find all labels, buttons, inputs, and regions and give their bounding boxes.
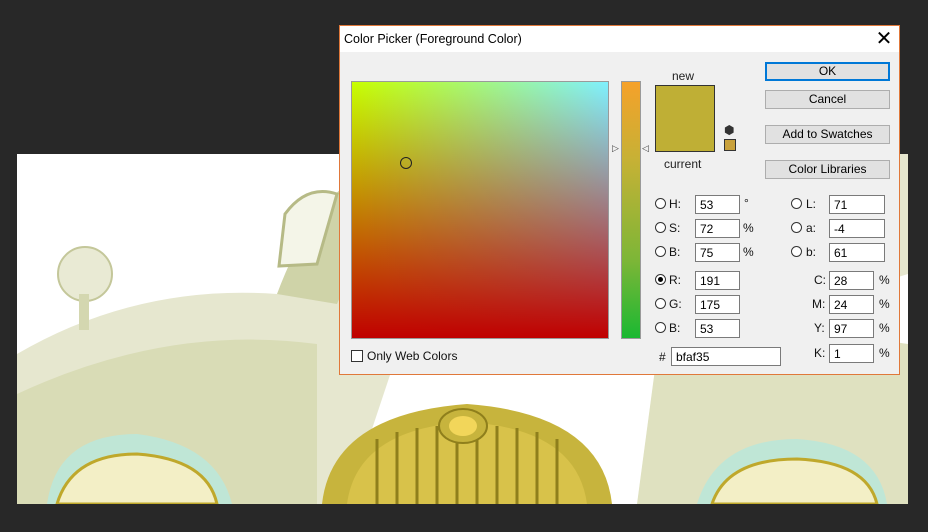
blue-input[interactable] [695,319,740,338]
green-label: G: [669,297,682,311]
ok-button[interactable]: OK [765,62,890,81]
lightness-label: L: [806,197,817,211]
saturation-input[interactable] [695,219,740,238]
b-channel-label: b: [806,245,817,259]
web-safe-color-swatch[interactable] [724,139,736,151]
red-input[interactable] [695,271,740,290]
hue-input[interactable] [695,195,740,214]
close-icon[interactable]: ✕ [873,28,895,50]
yellow-input[interactable] [829,319,874,338]
web-safe-cube-icon[interactable]: ⬢ [724,123,734,137]
slider-left-arrow-icon[interactable]: ▷ [612,143,619,153]
radio-green[interactable] [655,298,666,309]
radio-saturation[interactable] [655,222,666,233]
hue-label: H: [669,197,681,211]
a-channel-input[interactable] [829,219,885,238]
cyan-input[interactable] [829,271,874,290]
hue-unit: ° [744,196,749,210]
color-field[interactable] [351,81,609,339]
radio-b-channel[interactable] [791,246,802,257]
green-input[interactable] [695,295,740,314]
radio-lightness[interactable] [791,198,802,209]
hex-input[interactable] [671,347,781,366]
radio-blue[interactable] [655,322,666,333]
new-color-swatch [655,85,715,152]
a-channel-label: a: [806,221,817,235]
magenta-label: M: [812,297,826,311]
magenta-input[interactable] [829,295,874,314]
color-field-marker[interactable] [400,157,412,169]
yellow-unit: % [879,321,890,335]
b-channel-input[interactable] [829,243,885,262]
dialog-titlebar[interactable]: Color Picker (Foreground Color) ✕ [340,26,899,52]
swatch-new-label: new [672,69,695,83]
only-web-colors-checkbox[interactable] [351,350,363,362]
black-unit: % [879,346,890,360]
cyan-unit: % [879,273,890,287]
dialog-title: Color Picker (Foreground Color) [344,32,522,46]
color-slider[interactable] [621,81,641,339]
lightness-input[interactable] [829,195,885,214]
black-label: K: [814,346,826,360]
magenta-unit: % [879,297,890,311]
color-picker-dialog: Color Picker (Foreground Color) ✕ ▷ ◁ ne… [339,25,900,375]
saturation-unit: % [743,221,754,235]
add-to-swatches-button[interactable]: Add to Swatches [765,125,890,144]
saturation-label: S: [669,221,681,235]
brightness-label: B: [669,245,681,259]
radio-hue[interactable] [655,198,666,209]
radio-brightness[interactable] [655,246,666,257]
slider-right-arrow-icon[interactable]: ◁ [642,143,649,153]
brightness-input[interactable] [695,243,740,262]
blue-label: B: [669,321,681,335]
color-libraries-button[interactable]: Color Libraries [765,160,890,179]
radio-red[interactable] [655,274,666,285]
hex-label: # [659,350,666,364]
swatch-current-label: current [664,157,702,171]
cyan-label: C: [814,273,826,287]
red-label: R: [669,273,681,287]
brightness-unit: % [743,245,754,259]
only-web-colors-label[interactable]: Only Web Colors [367,349,457,363]
black-input[interactable] [829,344,874,363]
radio-a-channel[interactable] [791,222,802,233]
yellow-label: Y: [814,321,825,335]
cancel-button[interactable]: Cancel [765,90,890,109]
